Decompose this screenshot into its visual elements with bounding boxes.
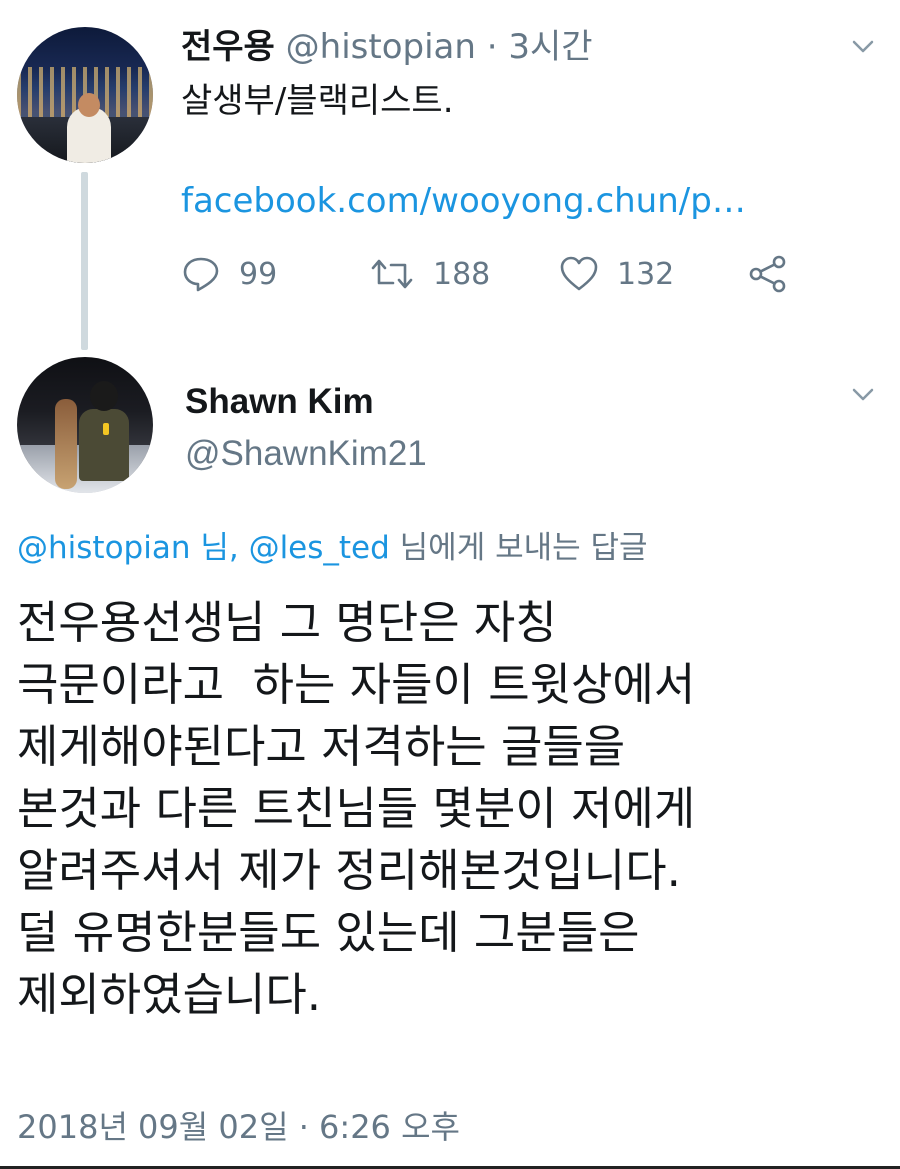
tweet-thread: 전우용 @histopian · 3시간 살생부/블랙리스트. facebook… <box>0 0 900 1169</box>
mention-histopian[interactable]: @histopian 님 <box>17 530 229 566</box>
body-line: 제게해야된다고 저격하는 글들을 <box>17 720 626 773</box>
avatar-person-jacket <box>79 409 129 481</box>
parent-tweet-header: 전우용 @histopian · 3시간 <box>181 26 593 68</box>
like-count: 132 <box>617 256 675 292</box>
reply-button[interactable]: 99 <box>181 252 277 296</box>
avatar-person-helmet <box>90 381 118 411</box>
mention-separator: , <box>228 530 249 566</box>
replying-to-line: @histopian 님, @les_ted 님에게 보내는 답글 <box>17 528 648 568</box>
body-line: 알려주셔서 제가 정리해본것입니다. <box>17 844 681 897</box>
body-line: 제외하였습니다. <box>17 968 322 1021</box>
avatar-yellow-ribbon <box>103 423 109 435</box>
body-line: 극문이라고 하는 자들이 트윗상에서 <box>17 658 696 711</box>
reply-icon <box>183 257 219 292</box>
parent-display-name[interactable]: 전우용 <box>181 27 275 67</box>
thread-connector-line <box>81 172 88 350</box>
share-icon <box>749 255 786 293</box>
chevron-down-icon[interactable] <box>852 40 874 54</box>
avatar-histopian[interactable] <box>17 27 153 163</box>
like-button[interactable]: 132 <box>559 252 674 296</box>
mention-les-ted[interactable]: @les_ted <box>249 530 390 566</box>
reply-handle[interactable]: @ShawnKim21 <box>185 434 427 474</box>
body-line: 덜 유명한분들도 있는데 그분들은 <box>17 906 640 959</box>
avatar-person-head <box>78 93 100 117</box>
heart-icon <box>560 256 598 291</box>
avatar-shawnkim[interactable] <box>17 357 153 493</box>
reply-count: 99 <box>239 256 278 292</box>
parent-time-ago[interactable]: 3시간 <box>508 27 592 67</box>
header-separator: · <box>486 27 498 67</box>
retweet-icon <box>371 259 413 289</box>
reply-timestamp[interactable]: 2018년 09월 02일 · 6:26 오후 <box>17 1106 460 1148</box>
body-line: 본것과 다른 트친님들 몇분이 저에게 <box>17 782 696 835</box>
reply-display-name[interactable]: Shawn Kim <box>185 382 374 422</box>
retweet-button[interactable]: 188 <box>369 252 490 296</box>
reply-tweet-body: 전우용선생님 그 명단은 자칭 극문이라고 하는 자들이 트윗상에서 제게해야된… <box>17 592 887 1026</box>
parent-handle[interactable]: @histopian <box>286 27 476 67</box>
retweet-count: 188 <box>433 256 491 292</box>
parent-tweet-text: 살생부/블랙리스트. <box>181 81 454 121</box>
body-line: 전우용선생님 그 명단은 자칭 <box>17 596 557 649</box>
replying-to-suffix: 님에게 보내는 답글 <box>389 530 648 566</box>
avatar-snowboard <box>55 399 77 489</box>
share-button[interactable] <box>747 252 807 296</box>
parent-tweet-link[interactable]: facebook.com/wooyong.chun/p… <box>181 180 746 222</box>
chevron-down-icon[interactable] <box>852 388 874 402</box>
